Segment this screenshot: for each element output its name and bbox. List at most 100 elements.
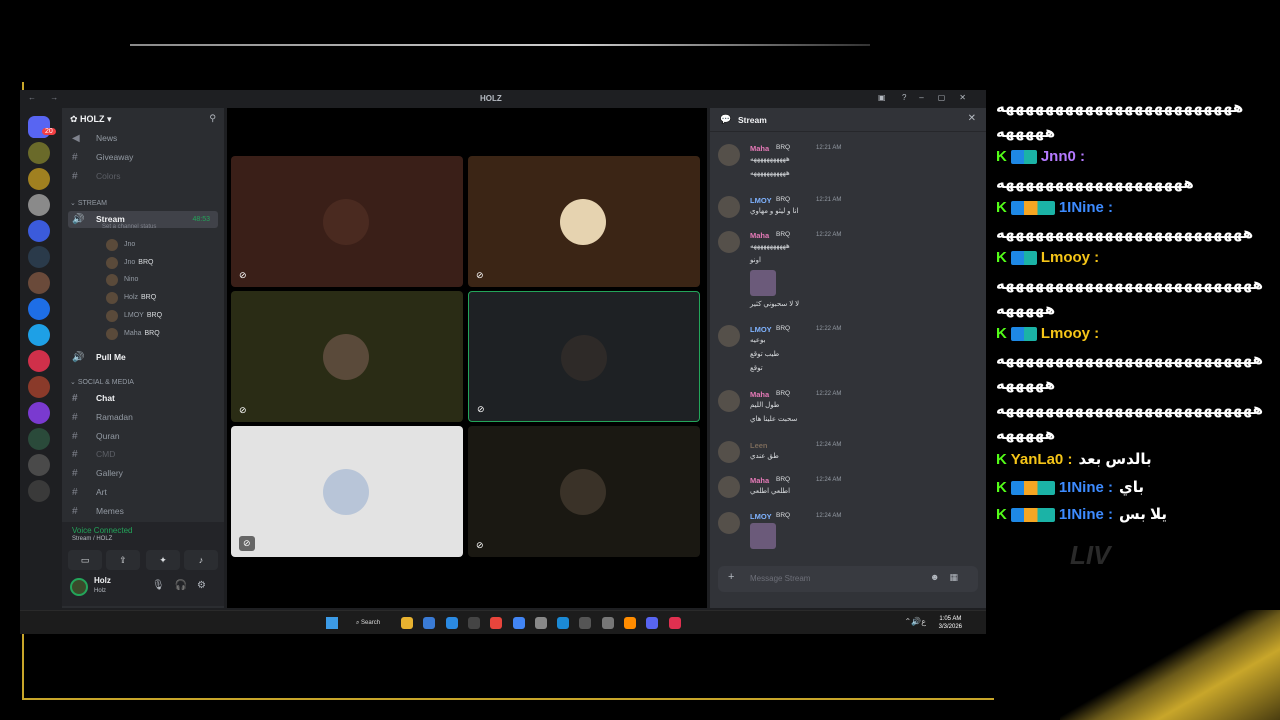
- channel-colors[interactable]: # Colors: [68, 168, 218, 185]
- voice-user[interactable]: Nino🎤̸: [104, 272, 246, 288]
- system-tray[interactable]: ⌃🔊ع: [905, 617, 926, 626]
- server-9-icon[interactable]: [28, 350, 50, 372]
- user-controls[interactable]: 🎙🎧⚙: [152, 580, 216, 591]
- avatar[interactable]: [718, 512, 740, 534]
- message-composer[interactable]: + Message Stream ☻▦: [718, 566, 978, 592]
- channel-gallery[interactable]: # Gallery: [68, 465, 218, 482]
- plus-icon[interactable]: +: [728, 571, 734, 583]
- camera-icon[interactable]: ▭: [68, 550, 102, 570]
- message-author[interactable]: Maha: [750, 390, 769, 399]
- start-icon[interactable]: [326, 617, 338, 629]
- server-5-icon[interactable]: [28, 246, 50, 268]
- message-author[interactable]: Maha: [750, 144, 769, 153]
- screen-share-icon[interactable]: ⇪: [106, 550, 140, 570]
- muted-mic-icon: ⊘: [239, 536, 255, 551]
- help-icon[interactable]: ?: [902, 93, 906, 102]
- taskbar-app-icon[interactable]: [467, 617, 480, 629]
- taskbar-app-icon[interactable]: [445, 617, 458, 629]
- server-11-icon[interactable]: [28, 402, 50, 424]
- channel-pull-me[interactable]: 🔊 Pull Me: [68, 349, 218, 366]
- voice-status[interactable]: Voice Connected: [72, 526, 133, 535]
- channel-quran[interactable]: # Quran: [68, 428, 218, 445]
- server-6-icon[interactable]: [28, 272, 50, 294]
- message-author[interactable]: Leen: [750, 441, 768, 450]
- server-3-icon[interactable]: [28, 194, 50, 216]
- avatar: [106, 274, 118, 287]
- channel-news[interactable]: ◀ News: [68, 130, 218, 147]
- overlay-message: هههههه: [996, 426, 1056, 443]
- video-tile[interactable]: ⊘: [231, 156, 463, 287]
- server-7-icon[interactable]: [28, 298, 50, 320]
- avatar[interactable]: [718, 441, 740, 463]
- taskbar-app-icon[interactable]: [668, 617, 681, 629]
- video-tile[interactable]: ⊘: [231, 426, 463, 557]
- voice-user[interactable]: JnoBRQ🎤̸: [104, 255, 246, 271]
- avatar[interactable]: [718, 231, 740, 253]
- message-author[interactable]: Maha: [750, 231, 769, 240]
- kick-logo-icon: K: [996, 148, 1007, 165]
- category-social-media[interactable]: ⌄ SOCIAL & MEDIA: [70, 378, 134, 386]
- image-attachment[interactable]: [750, 523, 776, 549]
- video-tile[interactable]: ⊘: [468, 156, 700, 287]
- avatar[interactable]: [70, 578, 88, 596]
- message-timestamp: 12:21 AM: [816, 145, 842, 151]
- voice-user[interactable]: LMOYBRQ💗: [104, 308, 246, 324]
- image-attachment[interactable]: [750, 270, 776, 296]
- channel-giveaway[interactable]: # Giveaway: [68, 149, 218, 166]
- avatar[interactable]: [718, 476, 740, 498]
- category-stream[interactable]: ⌄ STREAM: [70, 199, 107, 207]
- server-name[interactable]: ✿ HOLZ ▾: [70, 114, 112, 125]
- taskbar-app-icon[interactable]: [646, 617, 659, 629]
- video-tile[interactable]: ⊘: [468, 291, 700, 422]
- soundboard-icon[interactable]: ♪: [184, 550, 218, 570]
- taskbar-app-icon[interactable]: [423, 617, 436, 629]
- activities-icon[interactable]: ✦: [146, 550, 180, 570]
- avatar[interactable]: [718, 325, 740, 347]
- taskbar-app-icon[interactable]: [624, 617, 636, 629]
- avatar[interactable]: [718, 196, 740, 218]
- video-tile[interactable]: ⊘: [231, 291, 463, 422]
- voice-location[interactable]: Stream / HOLZ: [72, 536, 112, 542]
- server-13-icon[interactable]: [28, 454, 50, 476]
- message-author[interactable]: LMOY: [750, 325, 772, 334]
- close-icon[interactable]: ✕: [968, 113, 976, 124]
- server-4-icon[interactable]: [28, 220, 50, 242]
- server-12-icon[interactable]: [28, 428, 50, 450]
- add-member-icon[interactable]: ⚲: [209, 113, 216, 124]
- taskbar-app-icon[interactable]: [512, 617, 525, 629]
- overlay-message: يلا بس: [1119, 506, 1168, 523]
- server-14-icon[interactable]: [28, 480, 50, 502]
- taskbar-app-icon[interactable]: [490, 617, 503, 629]
- channel-ramadan[interactable]: # Ramadan: [68, 409, 218, 426]
- taskbar-app-icon[interactable]: [557, 617, 570, 629]
- emoji-icon[interactable]: ☻▦: [930, 572, 968, 583]
- message-author[interactable]: LMOY: [750, 196, 772, 205]
- channel-status[interactable]: Set a channel status: [102, 224, 156, 230]
- taskbar-app-icon[interactable]: [534, 617, 547, 629]
- taskbar-app-icon[interactable]: [579, 617, 592, 629]
- inbox-icon[interactable]: ▣: [878, 93, 886, 102]
- voice-user[interactable]: Jno🎤̸: [104, 237, 246, 253]
- message-author[interactable]: LMOY: [750, 512, 772, 521]
- holz-server-icon[interactable]: [28, 142, 50, 164]
- video-tile[interactable]: ⊘: [468, 426, 700, 557]
- taskbar-app-icon[interactable]: [601, 617, 614, 629]
- channel-chat[interactable]: # Chat: [68, 390, 218, 407]
- clock[interactable]: 1:05 AM 3/3/2026: [939, 615, 962, 631]
- search-button[interactable]: ⌕ Search: [352, 616, 392, 630]
- user-badges-icon: [1010, 326, 1037, 341]
- channel-cmd[interactable]: # CMD: [68, 446, 218, 463]
- server-2-icon[interactable]: [28, 168, 50, 190]
- channel-memes[interactable]: # Memes: [68, 503, 218, 520]
- nav-arrows[interactable]: ← →: [28, 93, 64, 102]
- voice-user[interactable]: Holz BRQ: [104, 290, 224, 306]
- server-10-icon[interactable]: [28, 376, 50, 398]
- avatar[interactable]: [718, 144, 740, 166]
- taskbar-app-icon[interactable]: [401, 617, 413, 629]
- message-author[interactable]: Maha: [750, 476, 769, 485]
- avatar[interactable]: [718, 390, 740, 412]
- window-controls[interactable]: –▢✕: [919, 93, 980, 102]
- voice-user[interactable]: MahaBRQ🎤̸: [104, 326, 246, 342]
- server-8-icon[interactable]: [28, 324, 50, 346]
- channel-art[interactable]: # Art: [68, 484, 218, 501]
